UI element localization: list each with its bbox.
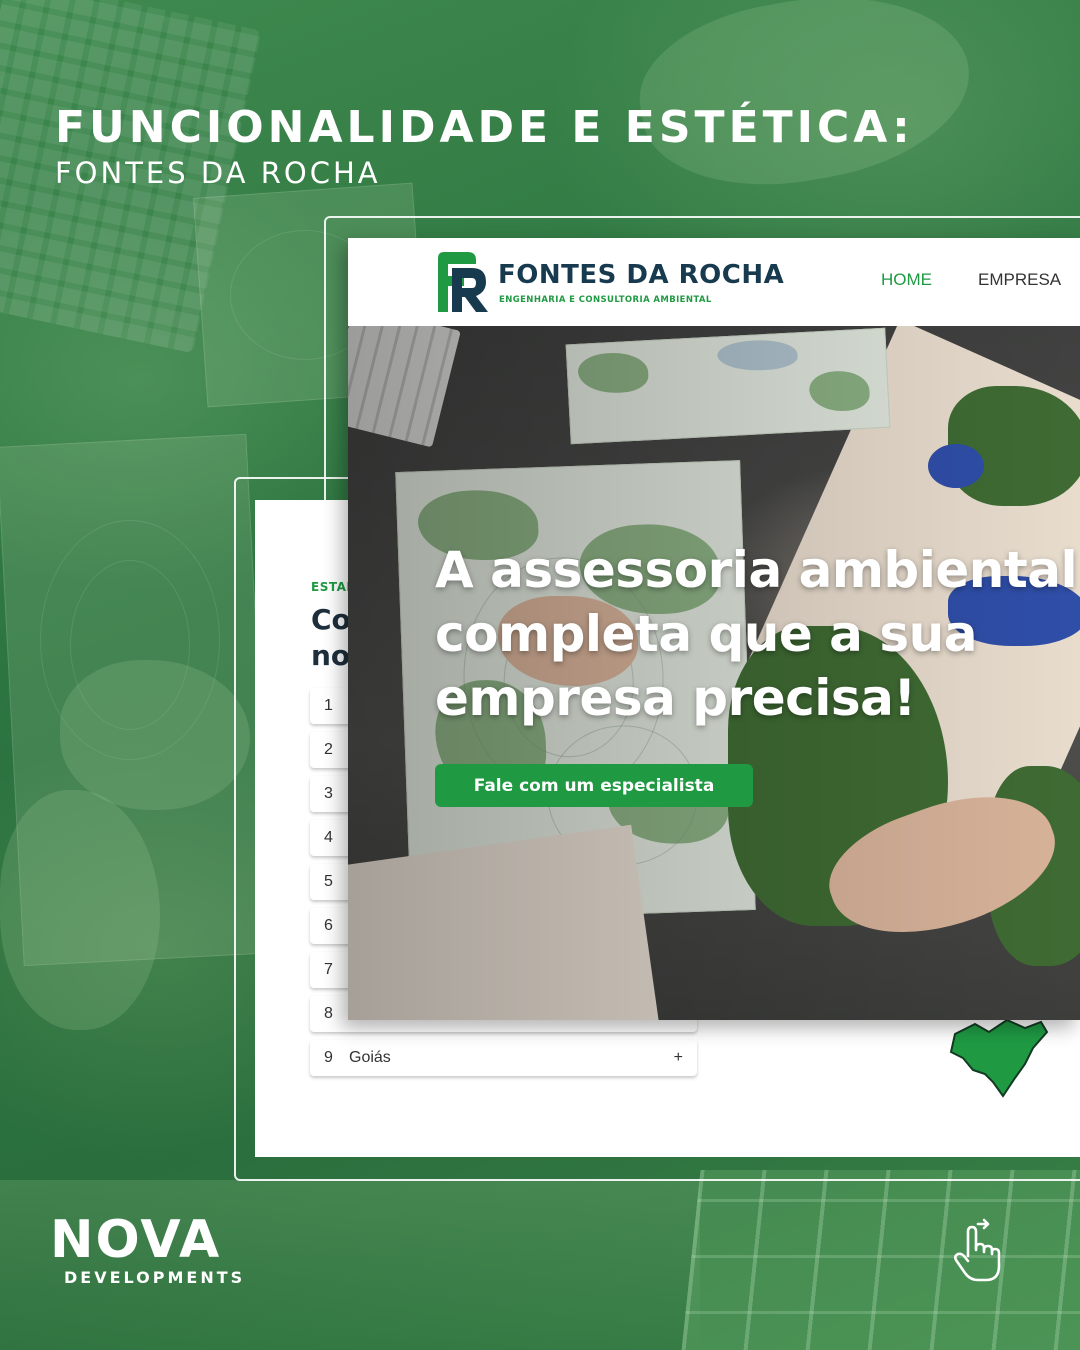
nav-item-home[interactable]: HOME [881, 270, 932, 290]
website-screenshot: A assessoria ambiental completa que a su… [348, 238, 1080, 1020]
states-title-line: Co [311, 603, 351, 636]
state-number: 7 [324, 961, 333, 978]
logo-tagline: ENGENHARIA E CONSULTORIA AMBIENTAL [499, 295, 712, 305]
state-number: 5 [324, 873, 333, 890]
brand-name: NOVA [50, 1210, 222, 1270]
hero-title: A assessoria ambiental completa que a su… [435, 541, 1078, 727]
headline-title: FUNCIONALIDADE E ESTÉTICA: [55, 102, 914, 153]
state-number: 6 [324, 917, 333, 934]
nav-item-empresa[interactable]: EMPRESA [978, 270, 1061, 290]
state-name: Goiás [349, 1049, 391, 1066]
expand-icon[interactable]: + [674, 1049, 683, 1067]
state-map-icon [949, 1018, 1049, 1098]
state-number: 1 [324, 697, 333, 714]
states-title-line: no [311, 639, 351, 672]
state-number: 3 [324, 785, 333, 802]
brand-logo: NOVA DEVELOPMENTS [50, 1212, 245, 1287]
state-number: 9 [324, 1049, 333, 1066]
state-number: 8 [324, 1005, 333, 1022]
state-number: 2 [324, 741, 333, 758]
headline-subtitle: FONTES DA ROCHA [55, 156, 381, 190]
main-nav: HOME EMPRESA [881, 270, 1061, 290]
contact-specialist-button[interactable]: Fale com um especialista [435, 764, 753, 807]
tap-hand-icon [954, 1218, 1001, 1282]
hero-section: A assessoria ambiental completa que a su… [348, 304, 1080, 1020]
brand-subtitle: DEVELOPMENTS [64, 1268, 246, 1287]
state-item[interactable]: 9 Goiás + [310, 1040, 697, 1076]
states-title: Co no [311, 602, 351, 674]
background-solar-panel [679, 1170, 1080, 1350]
logo-name: FONTES DA ROCHA [498, 260, 785, 290]
headline: FUNCIONALIDADE E ESTÉTICA: FONTES DA ROC… [55, 100, 914, 190]
site-header: FONTES DA ROCHA ENGENHARIA E CONSULTORIA… [348, 238, 1080, 326]
state-number: 4 [324, 829, 333, 846]
fr-logo-icon[interactable] [434, 250, 488, 314]
